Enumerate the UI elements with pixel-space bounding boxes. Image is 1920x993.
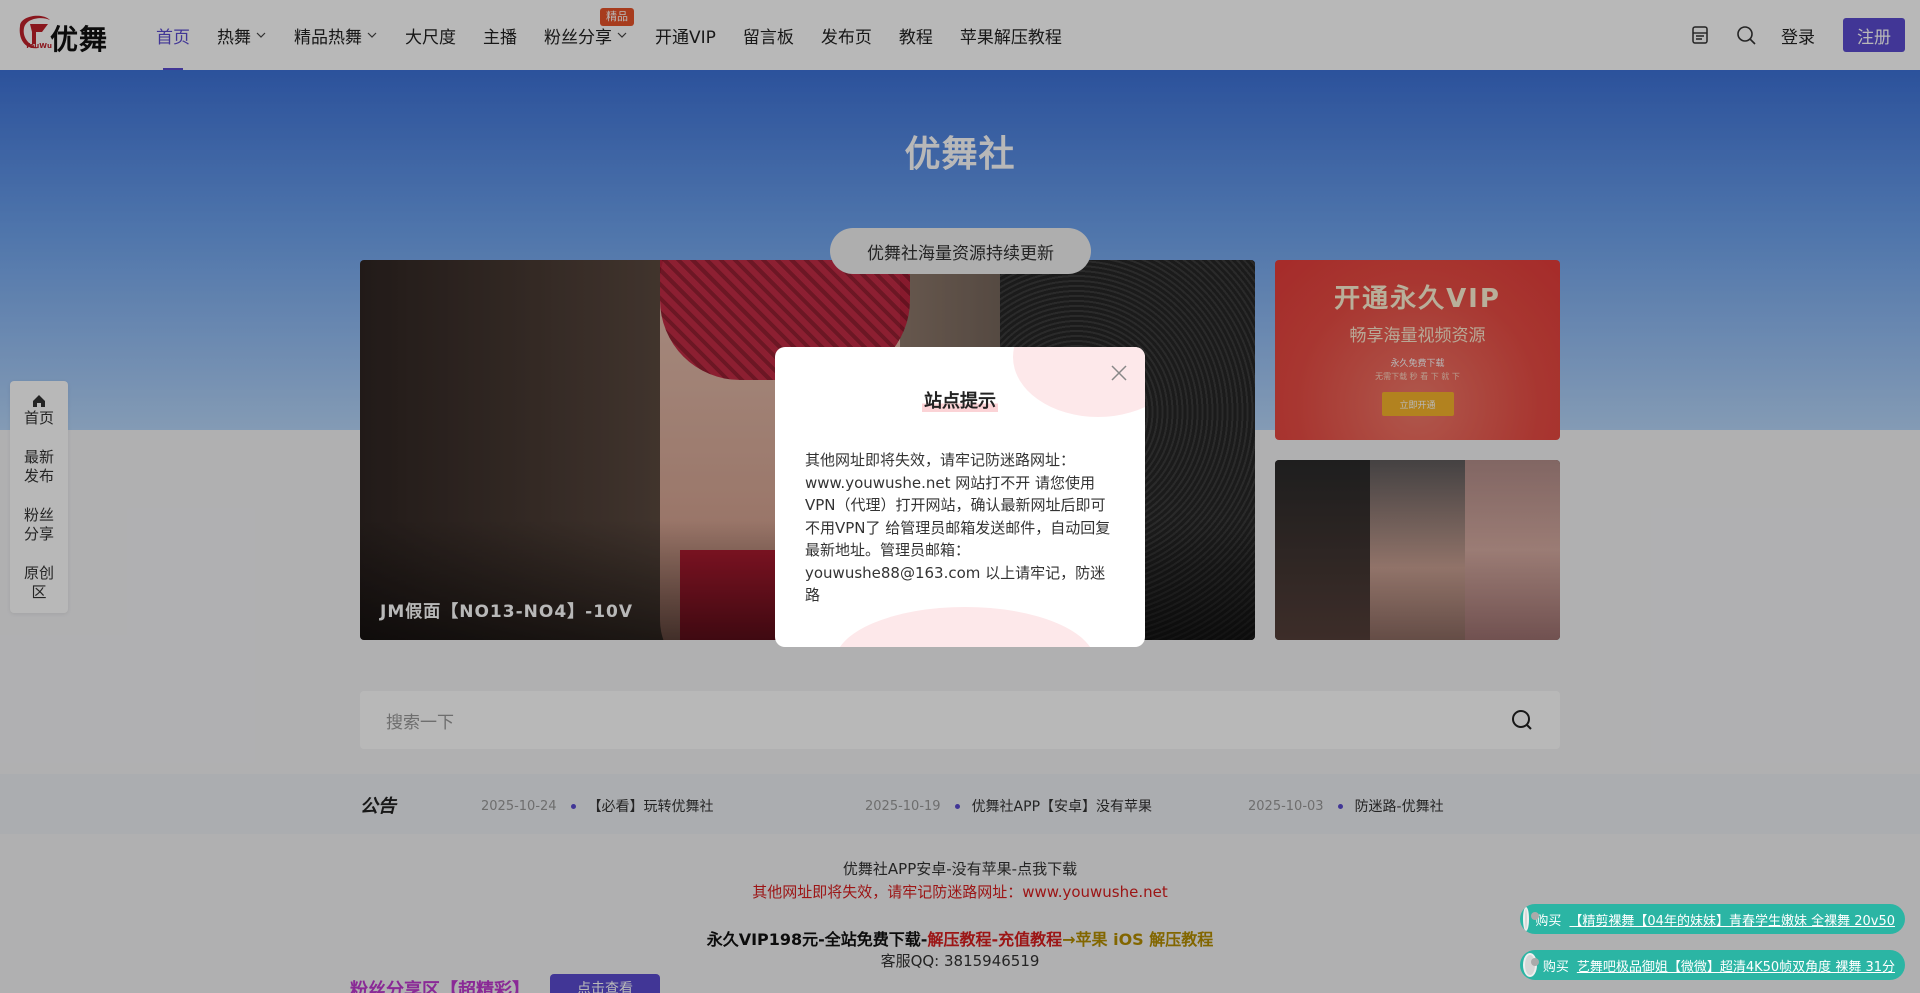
toast-buy-label: 购买 [1542, 959, 1569, 975]
user-avatar [1523, 953, 1539, 977]
purchase-toast[interactable]: 购买 【精剪裸舞【04年的妹妹】青春学生嫩妹 全裸舞 20v50 [1520, 904, 1905, 934]
modal-decoration [835, 607, 1095, 647]
purchase-toast[interactable]: 购买 艺舞吧极品御姐【微微】超清4K50帧双角度 裸舞 31分 [1520, 950, 1905, 980]
modal-body: 其他网址即将失效，请牢记防迷路网址：www.youwushe.net 网站打不开… [805, 451, 1111, 604]
site-notice-modal: 站点提示 其他网址即将失效，请牢记防迷路网址：www.youwushe.net … [775, 347, 1145, 647]
toast-item-link[interactable]: 艺舞吧极品御姐【微微】超清4K50帧双角度 裸舞 31分 [1577, 956, 1895, 975]
close-icon[interactable] [1109, 363, 1129, 383]
toast-item-link[interactable]: 【精剪裸舞【04年的妹妹】青春学生嫩妹 全裸舞 20v50 [1569, 910, 1895, 929]
modal-title: 站点提示 [775, 387, 1145, 413]
modal-title-text: 站点提示 [922, 391, 998, 412]
user-avatar [1523, 907, 1541, 931]
toast-buy-label: 购买 [1535, 913, 1562, 929]
